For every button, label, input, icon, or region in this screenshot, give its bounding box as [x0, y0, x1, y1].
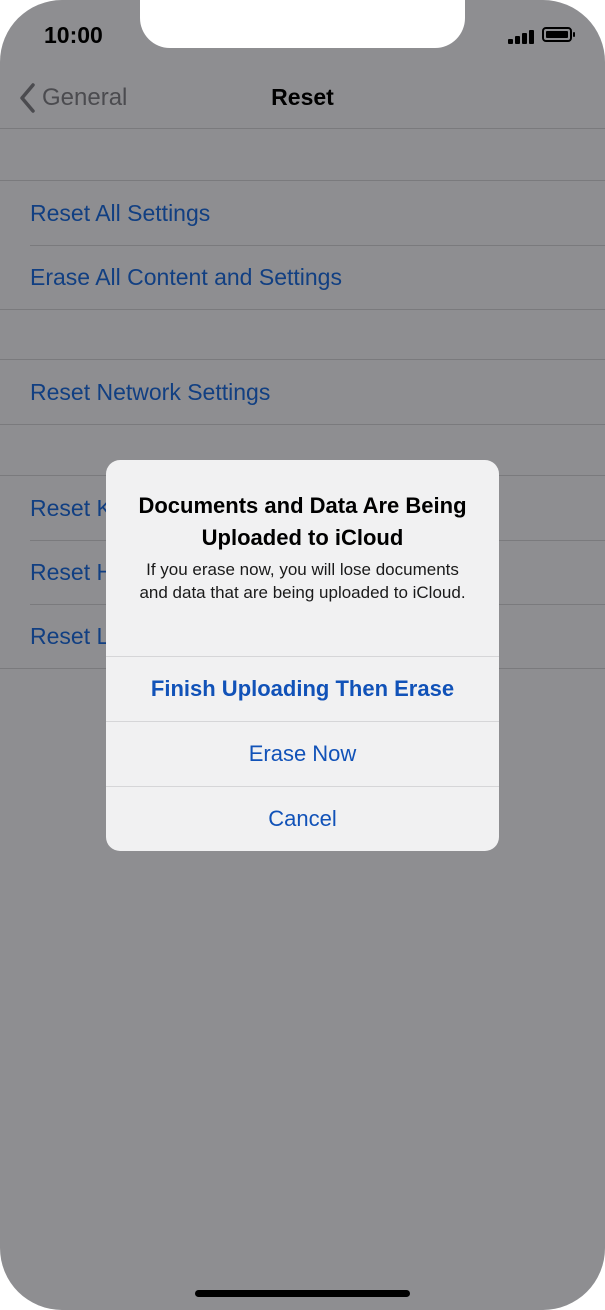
- finish-uploading-then-erase-button[interactable]: Finish Uploading Then Erase: [106, 656, 499, 721]
- erase-all-content-row[interactable]: Erase All Content and Settings: [0, 245, 605, 309]
- alert-dialog: Documents and Data Are Being Uploaded to…: [106, 460, 499, 851]
- status-time: 10:00: [44, 22, 103, 48]
- alert-title: Documents and Data Are Being Uploaded to…: [138, 493, 467, 550]
- reset-group-1: Reset All Settings Erase All Content and…: [0, 180, 605, 310]
- battery-icon: [542, 27, 575, 42]
- navigation-bar: General Reset: [0, 70, 605, 129]
- reset-group-2: Reset Network Settings: [0, 359, 605, 425]
- reset-network-settings-row[interactable]: Reset Network Settings: [0, 360, 605, 424]
- cancel-button[interactable]: Cancel: [106, 786, 499, 851]
- erase-now-button[interactable]: Erase Now: [106, 721, 499, 786]
- page-title: Reset: [271, 84, 334, 110]
- alert-message: If you erase now, you will lose document…: [139, 560, 466, 602]
- home-indicator[interactable]: [195, 1290, 410, 1297]
- signal-bars-icon: [508, 30, 536, 44]
- reset-all-settings-row[interactable]: Reset All Settings: [0, 181, 605, 245]
- phone-screen: 10:00 General Reset Reset All Settings E…: [0, 0, 605, 1310]
- status-bar: 10:00: [0, 0, 605, 70]
- notch: [140, 0, 465, 48]
